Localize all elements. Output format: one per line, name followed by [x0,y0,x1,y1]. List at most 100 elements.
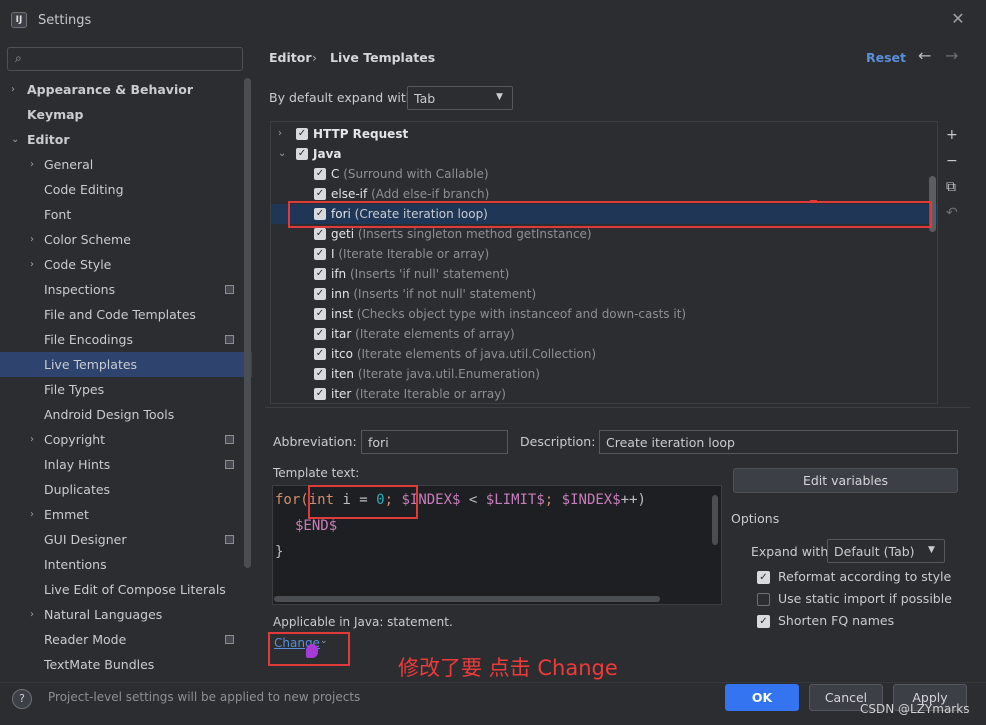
template-item[interactable]: ✓ inn (Inserts 'if not null' statement) [271,284,937,304]
template-group[interactable]: › ✓ HTTP Request [271,124,937,144]
checkbox[interactable]: ✓ [314,368,326,380]
annotation-mark [810,200,817,202]
sidebar-item[interactable]: TextMate Bundles [0,652,252,677]
chevron-right-icon[interactable]: › [30,502,34,527]
option-label: Use static import if possible [778,591,952,606]
checkbox[interactable]: ✓ [314,328,326,340]
help-icon[interactable]: ? [12,689,32,709]
checkbox[interactable]: ✓ [296,148,308,160]
sidebar-item-label: Natural Languages [44,607,163,622]
checkbox[interactable]: ✓ [757,615,770,628]
sidebar-item[interactable]: GUI Designer [0,527,252,552]
sidebar-item-label: GUI Designer [44,532,127,547]
description-input[interactable]: Create iteration loop [599,430,958,454]
sidebar-item[interactable]: Inspections [0,277,252,302]
sidebar-item[interactable]: Intentions [0,552,252,577]
expand-with-select[interactable]: Default (Tab) ▼ [827,539,945,563]
checkbox[interactable]: ✓ [314,388,326,400]
restore-icon[interactable]: ↶ [946,205,958,221]
reset-link[interactable]: Reset [866,50,906,65]
description-label: Description: [520,434,596,449]
chevron-right-icon[interactable]: › [30,427,34,452]
sidebar-item[interactable]: › General [0,152,252,177]
template-abbreviation: geti [331,227,355,241]
sidebar-item[interactable]: Code Editing [0,177,252,202]
chevron-right-icon[interactable]: › [30,227,34,252]
chevron-right-icon[interactable]: › [278,124,282,144]
checkbox[interactable] [757,593,770,606]
chevron-right-icon[interactable]: › [30,602,34,627]
sidebar-item[interactable]: › Code Style [0,252,252,277]
sidebar-item[interactable]: Reader Mode [0,627,252,652]
template-item[interactable]: ✓ I (Iterate Iterable or array) [271,244,937,264]
checkbox[interactable]: ✓ [757,571,770,584]
template-group-name: Java [313,147,342,161]
sidebar-item[interactable]: ⌄ Editor [0,127,252,152]
sidebar-item[interactable]: File Encodings [0,327,252,352]
sidebar-item[interactable]: Live Edit of Compose Literals [0,577,252,602]
sidebar-item-label: File Encodings [44,332,134,347]
sidebar-item[interactable]: Android Design Tools [0,402,252,427]
checkbox[interactable]: ✓ [314,268,326,280]
template-item[interactable]: ✓ ifn (Inserts 'if null' statement) [271,264,937,284]
template-item[interactable]: ✓ iten (Iterate java.util.Enumeration) [271,364,937,384]
chevron-right-icon[interactable]: › [30,152,34,177]
chevron-down-icon[interactable]: ⌄ [278,144,286,164]
remove-icon[interactable]: − [946,153,958,169]
checkbox[interactable]: ✓ [314,308,326,320]
template-item[interactable]: ✓ iter (Iterate Iterable or array) [271,384,937,404]
template-item[interactable]: ✓ itco (Iterate elements of java.util.Col… [271,344,937,364]
template-text-label: Template text: [273,466,360,480]
sidebar-item-label: Code Editing [44,182,124,197]
sidebar-item-label: Live Edit of Compose Literals [44,582,226,597]
editor-horizontal-scrollbar[interactable] [274,596,660,602]
sidebar-item[interactable]: › Emmet [0,502,252,527]
project-scope-icon [225,435,234,444]
sidebar-item[interactable]: Live Templates [0,352,252,377]
sidebar-item[interactable]: › Color Scheme [0,227,252,252]
template-item[interactable]: ✓ C (Surround with Callable) [271,164,937,184]
checkbox[interactable]: ✓ [314,248,326,260]
sidebar-item[interactable]: File Types [0,377,252,402]
sidebar-item[interactable]: Duplicates [0,477,252,502]
search-input[interactable]: ⌕ [7,47,243,71]
editor-vertical-scrollbar[interactable] [712,495,718,545]
forward-arrow-icon[interactable]: → [945,46,958,65]
copy-icon[interactable]: ⧉ [946,179,956,195]
checkbox[interactable]: ✓ [314,228,326,240]
sidebar-item[interactable]: Font [0,202,252,227]
sidebar-item[interactable]: › Appearance & Behavior [0,77,252,102]
sidebar-item[interactable]: Inlay Hints [0,452,252,477]
project-scope-icon [225,635,234,644]
sidebar-item[interactable]: Keymap [0,102,252,127]
chevron-right-icon[interactable]: › [11,77,15,102]
template-description: (Inserts singleton method getInstance) [357,227,592,241]
sidebar-item[interactable]: File and Code Templates [0,302,252,327]
add-icon[interactable]: + [946,127,958,143]
sidebar-item-label: Android Design Tools [44,407,175,422]
sidebar-item[interactable]: › Copyright [0,427,252,452]
ok-button[interactable]: OK [725,684,799,711]
template-item[interactable]: ✓ inst (Checks object type with instanceo… [271,304,937,324]
checkbox[interactable]: ✓ [314,348,326,360]
checkbox[interactable]: ✓ [296,128,308,140]
close-icon[interactable]: ✕ [948,9,968,31]
sidebar-item[interactable]: › Natural Languages [0,602,252,627]
template-group[interactable]: ⌄ ✓ Java [271,144,937,164]
code-keyword: for( [275,492,309,508]
chevron-down-icon[interactable]: ⌄ [11,127,19,152]
chevron-right-icon[interactable]: › [30,252,34,277]
sidebar-item-label: Code Style [44,257,112,272]
chevron-down-icon: ▼ [928,545,935,555]
checkbox[interactable]: ✓ [314,188,326,200]
expand-with-value: Default (Tab) [834,544,915,559]
edit-variables-button[interactable]: Edit variables [733,468,958,493]
template-item[interactable]: ✓ itar (Iterate elements of array) [271,324,937,344]
back-arrow-icon[interactable]: ← [918,46,931,65]
sidebar-scrollbar[interactable] [244,78,251,568]
sidebar-item-label: Font [44,207,72,222]
default-expand-select[interactable]: Tab ▼ [407,86,513,110]
checkbox[interactable]: ✓ [314,168,326,180]
abbreviation-input[interactable]: fori [361,430,508,454]
checkbox[interactable]: ✓ [314,288,326,300]
